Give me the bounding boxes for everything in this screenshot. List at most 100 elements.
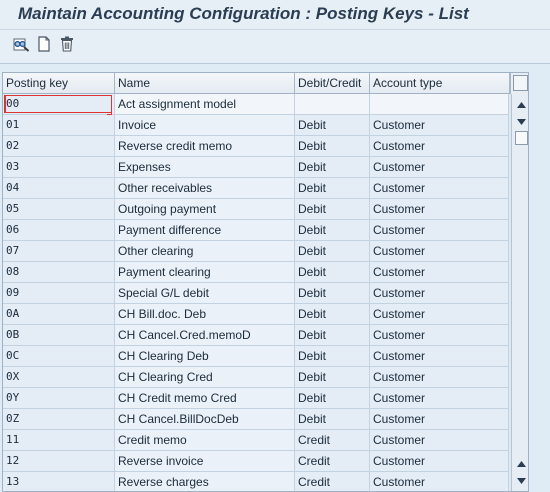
account-type-cell[interactable]: Customer <box>370 346 509 366</box>
account-type-cell[interactable]: Customer <box>370 178 509 198</box>
name-cell[interactable]: Reverse invoice <box>115 451 295 471</box>
account-type-cell[interactable]: Customer <box>370 157 509 177</box>
posting-key-cell[interactable]: 01 <box>3 115 115 135</box>
name-cell[interactable]: Other receivables <box>115 178 295 198</box>
posting-key-cell[interactable]: 02 <box>3 136 115 156</box>
account-type-cell[interactable]: Customer <box>370 430 509 450</box>
scroll-down-step-button[interactable] <box>515 114 528 128</box>
name-cell[interactable]: CH Clearing Deb <box>115 346 295 366</box>
account-type-cell[interactable]: Customer <box>370 283 509 303</box>
posting-key-cell[interactable]: 11 <box>3 430 115 450</box>
account-type-cell[interactable]: Customer <box>370 304 509 324</box>
posting-key-cell[interactable]: 04 <box>3 178 115 198</box>
table-row[interactable]: 0C CH Clearing Deb Debit Customer <box>3 346 509 367</box>
debit-credit-cell[interactable]: Debit <box>295 157 370 177</box>
table-row[interactable]: 09 Special G/L debit Debit Customer <box>3 283 509 304</box>
account-type-cell[interactable]: Customer <box>370 241 509 261</box>
table-row[interactable]: 04 Other receivables Debit Customer <box>3 178 509 199</box>
posting-key-cell[interactable]: 13 <box>3 472 115 491</box>
debit-credit-cell[interactable]: Debit <box>295 199 370 219</box>
account-type-cell[interactable]: Customer <box>370 199 509 219</box>
account-type-cell[interactable]: Customer <box>370 136 509 156</box>
account-type-cell[interactable]: Customer <box>370 325 509 345</box>
debit-credit-cell[interactable]: Debit <box>295 304 370 324</box>
debit-credit-cell[interactable]: Debit <box>295 136 370 156</box>
posting-key-cell[interactable]: 00 <box>3 94 115 114</box>
table-row[interactable]: 03 Expenses Debit Customer <box>3 157 509 178</box>
debit-credit-cell[interactable]: Debit <box>295 325 370 345</box>
column-settings-corner[interactable] <box>510 73 528 94</box>
delete-button[interactable] <box>58 36 76 55</box>
posting-key-cell[interactable]: 0Y <box>3 388 115 408</box>
debit-credit-cell[interactable] <box>295 94 370 114</box>
table-row[interactable]: 13 Reverse charges Credit Customer <box>3 472 509 491</box>
debit-credit-cell[interactable]: Debit <box>295 241 370 261</box>
account-type-cell[interactable]: Customer <box>370 409 509 429</box>
table-row[interactable]: 05 Outgoing payment Debit Customer <box>3 199 509 220</box>
name-cell[interactable]: Special G/L debit <box>115 283 295 303</box>
column-header-debit-credit[interactable]: Debit/Credit <box>295 73 370 94</box>
table-row[interactable]: 0X CH Clearing Cred Debit Customer <box>3 367 509 388</box>
name-cell[interactable]: Act assignment model <box>115 94 295 114</box>
debit-credit-cell[interactable]: Debit <box>295 346 370 366</box>
name-cell[interactable]: CH Clearing Cred <box>115 367 295 387</box>
posting-key-cell[interactable]: 03 <box>3 157 115 177</box>
debit-credit-cell[interactable]: Debit <box>295 283 370 303</box>
name-cell[interactable]: CH Cancel.Cred.memoD <box>115 325 295 345</box>
account-type-cell[interactable]: Customer <box>370 367 509 387</box>
scroll-up-button[interactable] <box>515 97 528 111</box>
name-cell[interactable]: CH Credit memo Cred <box>115 388 295 408</box>
name-cell[interactable]: Other clearing <box>115 241 295 261</box>
debit-credit-cell[interactable]: Credit <box>295 451 370 471</box>
posting-key-cell[interactable]: 09 <box>3 283 115 303</box>
name-cell[interactable]: CH Bill.doc. Deb <box>115 304 295 324</box>
name-cell[interactable]: Invoice <box>115 115 295 135</box>
debit-credit-cell[interactable]: Debit <box>295 367 370 387</box>
table-row[interactable]: 00 Act assignment model <box>3 94 509 115</box>
vertical-scrollbar[interactable] <box>511 94 528 491</box>
posting-key-cell[interactable]: 0Z <box>3 409 115 429</box>
table-row[interactable]: 0B CH Cancel.Cred.memoD Debit Customer <box>3 325 509 346</box>
name-cell[interactable]: Payment clearing <box>115 262 295 282</box>
table-row[interactable]: 01 Invoice Debit Customer <box>3 115 509 136</box>
table-row[interactable]: 12 Reverse invoice Credit Customer <box>3 451 509 472</box>
table-row[interactable]: 06 Payment difference Debit Customer <box>3 220 509 241</box>
column-header-name[interactable]: Name <box>115 73 295 94</box>
name-cell[interactable]: CH Cancel.BillDocDeb <box>115 409 295 429</box>
account-type-cell[interactable]: Customer <box>370 472 509 491</box>
posting-key-cell[interactable]: 0A <box>3 304 115 324</box>
scroll-down-button[interactable] <box>515 473 528 487</box>
name-cell[interactable]: Outgoing payment <box>115 199 295 219</box>
debit-credit-cell[interactable]: Debit <box>295 115 370 135</box>
scroll-up-step-button[interactable] <box>515 456 528 470</box>
table-row[interactable]: 11 Credit memo Credit Customer <box>3 430 509 451</box>
account-type-cell[interactable]: Customer <box>370 220 509 240</box>
account-type-cell[interactable]: Customer <box>370 115 509 135</box>
debit-credit-cell[interactable]: Debit <box>295 178 370 198</box>
table-row[interactable]: 0A CH Bill.doc. Deb Debit Customer <box>3 304 509 325</box>
table-row[interactable]: 08 Payment clearing Debit Customer <box>3 262 509 283</box>
debit-credit-cell[interactable]: Credit <box>295 472 370 491</box>
name-cell[interactable]: Reverse charges <box>115 472 295 491</box>
table-row[interactable]: 02 Reverse credit memo Debit Customer <box>3 136 509 157</box>
account-type-cell[interactable] <box>370 94 509 114</box>
posting-key-cell[interactable]: 08 <box>3 262 115 282</box>
debit-credit-cell[interactable]: Debit <box>295 262 370 282</box>
table-row[interactable]: 0Y CH Credit memo Cred Debit Customer <box>3 388 509 409</box>
name-cell[interactable]: Expenses <box>115 157 295 177</box>
account-type-cell[interactable]: Customer <box>370 388 509 408</box>
new-entries-button[interactable] <box>35 35 53 55</box>
posting-key-cell[interactable]: 07 <box>3 241 115 261</box>
table-row[interactable]: 07 Other clearing Debit Customer <box>3 241 509 262</box>
table-row[interactable]: 0Z CH Cancel.BillDocDeb Debit Customer <box>3 409 509 430</box>
posting-key-cell[interactable]: 12 <box>3 451 115 471</box>
posting-key-cell[interactable]: 0B <box>3 325 115 345</box>
debit-credit-cell[interactable]: Debit <box>295 409 370 429</box>
name-cell[interactable]: Payment difference <box>115 220 295 240</box>
account-type-cell[interactable]: Customer <box>370 451 509 471</box>
posting-key-cell[interactable]: 06 <box>3 220 115 240</box>
posting-key-cell[interactable]: 0C <box>3 346 115 366</box>
name-cell[interactable]: Credit memo <box>115 430 295 450</box>
column-header-posting-key[interactable]: Posting key <box>3 73 115 94</box>
account-type-cell[interactable]: Customer <box>370 262 509 282</box>
